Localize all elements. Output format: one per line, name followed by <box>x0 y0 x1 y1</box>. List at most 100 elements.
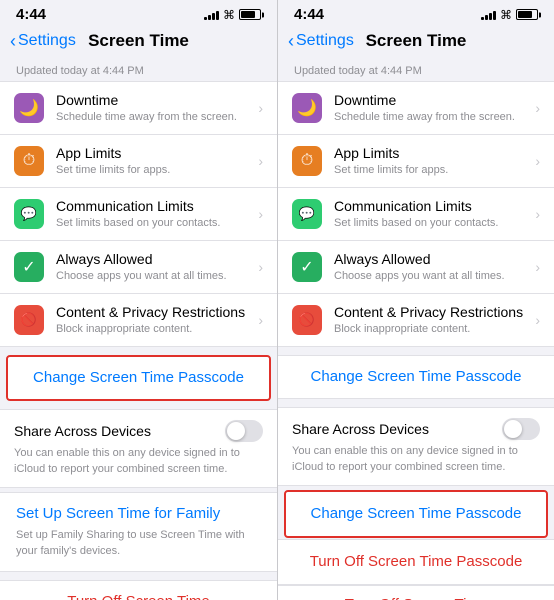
share-title-left: Share Across Devices <box>14 423 151 439</box>
back-chevron-icon: ‹ <box>288 32 294 50</box>
turn-off-screen-time-right[interactable]: Turn Off Screen Time <box>278 585 554 600</box>
allowed-subtitle-r: Choose apps you want at all times. <box>334 269 529 283</box>
nav-title-right: Screen Time <box>366 31 467 51</box>
commlimits-title-r: Communication Limits <box>334 198 529 215</box>
back-label-left: Settings <box>18 32 76 50</box>
downtime-subtitle: Schedule time away from the screen. <box>56 110 252 124</box>
nav-title-left: Screen Time <box>88 31 189 51</box>
chevron-icon: › <box>258 312 263 328</box>
chevron-icon: › <box>535 206 540 222</box>
allowed-icon-r: ✓ <box>292 252 322 282</box>
chevron-icon: › <box>535 100 540 116</box>
back-button-left[interactable]: ‹ Settings <box>10 32 76 50</box>
chevron-icon: › <box>535 312 540 328</box>
back-label-right: Settings <box>296 32 354 50</box>
share-toggle-right[interactable] <box>502 418 540 440</box>
action-turnoff-label: Turn Off Screen Time Passcode <box>310 553 523 570</box>
list-item[interactable]: 🌙 Downtime Schedule time away from the s… <box>0 82 277 135</box>
status-icons-right: ⌘ <box>481 8 538 22</box>
battery-icon <box>516 9 538 20</box>
updated-label-left: Updated today at 4:44 PM <box>0 59 277 81</box>
change-passcode-highlighted[interactable]: Change Screen Time Passcode <box>6 355 271 401</box>
list-item[interactable]: 💬 Communication Limits Set limits based … <box>278 188 554 241</box>
action-change-passcode-highlighted[interactable]: Change Screen Time Passcode <box>284 490 548 538</box>
commlimits-icon: 💬 <box>14 199 44 229</box>
list-item[interactable]: ⏱ App Limits Set time limits for apps. › <box>0 135 277 188</box>
updated-label-right: Updated today at 4:44 PM <box>278 59 554 81</box>
left-panel: 4:44 ⌘ ‹ Settings Screen Time Updated to… <box>0 0 277 600</box>
privacy-subtitle: Block inappropriate content. <box>56 322 252 336</box>
turn-off-section-left[interactable]: Turn Off Screen Time <box>0 580 277 600</box>
family-section-left: Set Up Screen Time for Family Set up Fam… <box>0 492 277 572</box>
status-bar-left: 4:44 ⌘ <box>0 0 277 27</box>
privacy-title-r: Content & Privacy Restrictions <box>334 304 529 321</box>
right-panel: 4:44 ⌘ ‹ Settings Screen Time Updated to… <box>277 0 554 600</box>
applimits-subtitle-r: Set time limits for apps. <box>334 163 529 177</box>
status-bar-right: 4:44 ⌘ <box>278 0 554 27</box>
list-item[interactable]: ✓ Always Allowed Choose apps you want at… <box>0 241 277 294</box>
back-chevron-icon: ‹ <box>10 32 16 50</box>
family-desc-left: Set up Family Sharing to use Screen Time… <box>16 528 261 559</box>
share-toggle-left[interactable] <box>225 420 263 442</box>
applimits-icon-r: ⏱ <box>292 146 322 176</box>
privacy-subtitle-r: Block inappropriate content. <box>334 322 529 336</box>
action-turnoff-passcode[interactable]: Turn Off Screen Time Passcode <box>278 539 554 585</box>
privacy-icon-r: 🚫 <box>292 305 322 335</box>
share-section-left: Share Across Devices You can enable this… <box>0 409 277 488</box>
downtime-subtitle-r: Schedule time away from the screen. <box>334 110 529 124</box>
share-desc-left: You can enable this on any device signed… <box>14 446 263 477</box>
chevron-icon: › <box>535 259 540 275</box>
change-passcode-plain-label: Change Screen Time Passcode <box>311 368 522 385</box>
family-btn-left[interactable]: Set Up Screen Time for Family <box>16 505 261 522</box>
allowed-icon: ✓ <box>14 252 44 282</box>
list-item[interactable]: 🚫 Content & Privacy Restrictions Block i… <box>278 294 554 346</box>
share-desc-right: You can enable this on any device signed… <box>292 444 540 475</box>
list-item[interactable]: ✓ Always Allowed Choose apps you want at… <box>278 241 554 294</box>
action-change-passcode-label: Change Screen Time Passcode <box>311 505 522 522</box>
commlimits-title: Communication Limits <box>56 198 252 215</box>
commlimits-subtitle: Set limits based on your contacts. <box>56 216 252 230</box>
downtime-title-r: Downtime <box>334 92 529 109</box>
list-item[interactable]: 🚫 Content & Privacy Restrictions Block i… <box>0 294 277 346</box>
downtime-icon: 🌙 <box>14 93 44 123</box>
share-section-right: Share Across Devices You can enable this… <box>278 407 554 486</box>
content-left: Updated today at 4:44 PM 🌙 Downtime Sche… <box>0 59 277 600</box>
applimits-subtitle: Set time limits for apps. <box>56 163 252 177</box>
change-passcode-label: Change Screen Time Passcode <box>33 369 244 386</box>
menu-list-left: 🌙 Downtime Schedule time away from the s… <box>0 81 277 347</box>
list-item[interactable]: 💬 Communication Limits Set limits based … <box>0 188 277 241</box>
turn-off-screentime-label: Turn Off Screen Time <box>345 596 488 600</box>
turn-off-btn-left: Turn Off Screen Time <box>16 593 261 600</box>
wifi-icon: ⌘ <box>223 8 235 22</box>
applimits-title-r: App Limits <box>334 145 529 162</box>
privacy-title: Content & Privacy Restrictions <box>56 304 252 321</box>
signal-icon <box>204 9 219 20</box>
list-item[interactable]: 🌙 Downtime Schedule time away from the s… <box>278 82 554 135</box>
allowed-title-r: Always Allowed <box>334 251 529 268</box>
battery-icon <box>239 9 261 20</box>
status-time-right: 4:44 <box>294 6 324 23</box>
action-sheet: Change Screen Time Passcode Turn Off Scr… <box>278 490 554 600</box>
wifi-icon: ⌘ <box>500 8 512 22</box>
chevron-icon: › <box>258 153 263 169</box>
status-time-left: 4:44 <box>16 6 46 23</box>
chevron-icon: › <box>258 206 263 222</box>
nav-bar-left: ‹ Settings Screen Time <box>0 27 277 59</box>
commlimits-subtitle-r: Set limits based on your contacts. <box>334 216 529 230</box>
signal-icon <box>481 9 496 20</box>
nav-bar-right: ‹ Settings Screen Time <box>278 27 554 59</box>
applimits-icon: ⏱ <box>14 146 44 176</box>
back-button-right[interactable]: ‹ Settings <box>288 32 354 50</box>
allowed-subtitle: Choose apps you want at all times. <box>56 269 252 283</box>
status-icons-left: ⌘ <box>204 8 261 22</box>
list-item[interactable]: ⏱ App Limits Set time limits for apps. › <box>278 135 554 188</box>
chevron-icon: › <box>258 259 263 275</box>
applimits-title: App Limits <box>56 145 252 162</box>
chevron-icon: › <box>258 100 263 116</box>
change-passcode-plain[interactable]: Change Screen Time Passcode <box>278 355 554 399</box>
downtime-title: Downtime <box>56 92 252 109</box>
content-right: Updated today at 4:44 PM 🌙 Downtime Sche… <box>278 59 554 600</box>
downtime-icon-r: 🌙 <box>292 93 322 123</box>
menu-list-right: 🌙 Downtime Schedule time away from the s… <box>278 81 554 347</box>
privacy-icon: 🚫 <box>14 305 44 335</box>
